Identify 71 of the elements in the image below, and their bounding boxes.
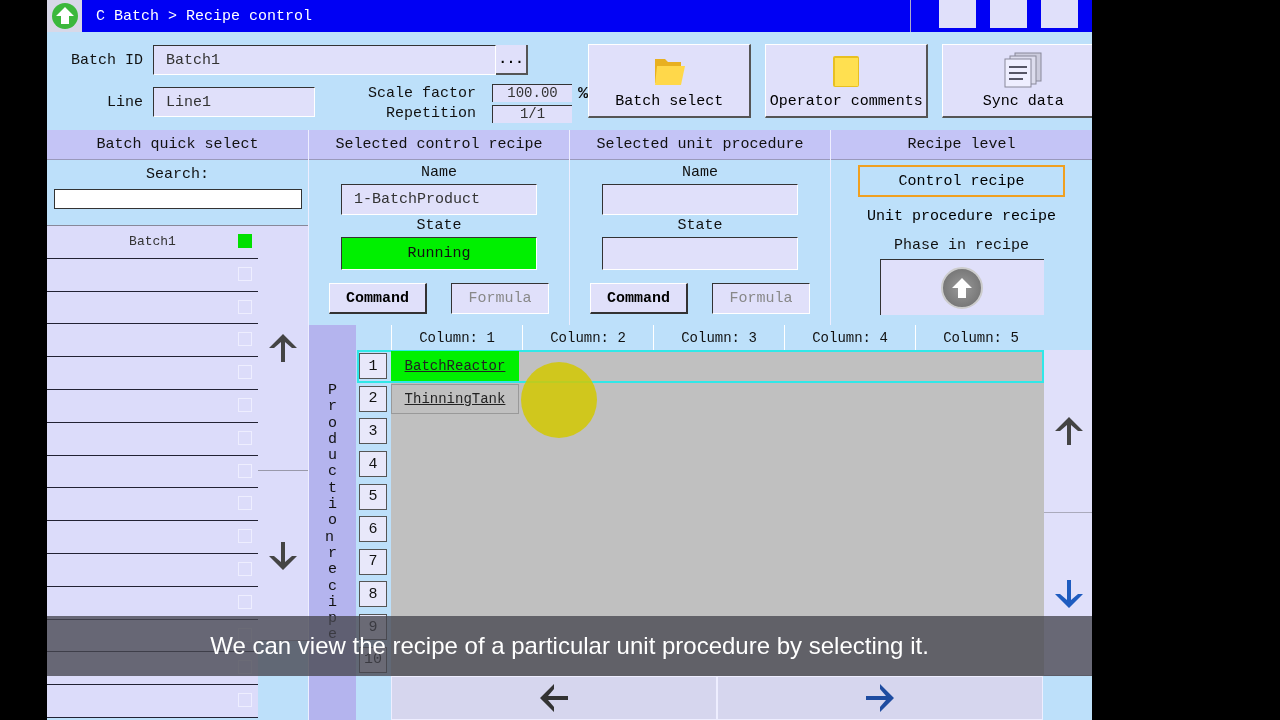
grid-row[interactable]: 4 — [357, 447, 393, 481]
row-number: 7 — [359, 548, 387, 575]
grid-row[interactable]: 7 — [357, 545, 393, 579]
section-header: Recipe level — [831, 130, 1092, 160]
unit-cell[interactable]: ThinningTank — [391, 383, 519, 414]
batch-list-item[interactable] — [47, 258, 258, 292]
state-field: Running — [341, 237, 537, 270]
grid-row[interactable]: 2 ThinningTank — [357, 382, 521, 416]
down-arrow-icon — [267, 539, 299, 572]
line-field[interactable]: Line1 — [153, 87, 315, 117]
name-field: 1-BatchProduct — [341, 184, 537, 215]
unit-cell[interactable]: BatchReactor — [391, 351, 519, 382]
batch-list-item[interactable] — [47, 553, 258, 587]
scroll-up-button[interactable] — [1044, 350, 1092, 513]
search-label: Search: — [146, 165, 209, 185]
action-button[interactable]: Operator comments — [765, 44, 929, 118]
command-button[interactable]: Command — [590, 283, 688, 314]
grid-row[interactable]: 5 — [357, 480, 393, 513]
percent-unit: % — [578, 83, 589, 103]
section-header: Selected unit procedure — [570, 130, 830, 160]
row-number: 1 — [359, 353, 387, 380]
batch-id-field[interactable]: Batch1 — [153, 45, 496, 75]
home-button[interactable] — [47, 0, 82, 32]
grid-row[interactable]: 8 — [357, 578, 393, 611]
row-number: 3 — [359, 418, 387, 445]
window-title: C Batch > Recipe control — [96, 7, 314, 25]
section-header: Selected control recipe — [309, 130, 569, 160]
repetition-field[interactable]: 1/1 — [492, 104, 573, 123]
browse-button[interactable]: ... — [496, 45, 528, 75]
row-number: 4 — [359, 451, 387, 478]
batch-list-item[interactable] — [47, 422, 258, 456]
batch-id-label: Batch ID — [71, 51, 144, 69]
column-header: Column: 1 — [391, 325, 522, 350]
grid-row[interactable]: 6 — [357, 512, 393, 546]
up-button[interactable] — [941, 266, 983, 309]
search-field[interactable] — [53, 189, 302, 209]
batch-list-item[interactable] — [47, 521, 258, 554]
batch-list-item[interactable] — [47, 291, 258, 325]
row-number: 6 — [359, 516, 387, 543]
batch-list-item[interactable] — [47, 390, 258, 423]
row-number: 8 — [359, 581, 387, 608]
left-arrow-icon — [538, 682, 570, 714]
column-header: Column: 4 — [784, 325, 915, 350]
column-header: Column: 2 — [522, 325, 653, 350]
section-header: Batch quick select — [47, 130, 308, 160]
scale-factor-field[interactable]: 100.00 — [492, 84, 573, 102]
batch-list-item[interactable] — [47, 357, 258, 390]
scale-factor-label: Scale factor — [368, 84, 478, 102]
row-number: 5 — [359, 483, 387, 510]
column-header: Column: 3 — [653, 325, 784, 350]
command-button[interactable]: Command — [329, 283, 427, 314]
batch-list-item[interactable] — [47, 324, 258, 358]
repetition-label: Repetition — [386, 105, 478, 122]
batch-list-item[interactable]: Batch1 — [47, 226, 258, 259]
state-label: State — [416, 216, 462, 236]
action-button[interactable]: Batch select — [588, 44, 752, 118]
recipe-level-option[interactable]: Unit procedure recipe — [858, 200, 1065, 232]
batch-list-item[interactable] — [47, 455, 258, 489]
action-button[interactable]: Sync data — [942, 44, 1092, 118]
batch-list-item[interactable] — [47, 488, 258, 522]
recipe-level-option[interactable]: Control recipe — [858, 165, 1065, 197]
up-arrow-icon — [267, 332, 299, 364]
row-number: 2 — [359, 385, 387, 412]
grid-row[interactable]: 3 — [357, 415, 393, 448]
state-label: State — [677, 216, 723, 236]
line-label: Line — [107, 93, 144, 111]
phase-label: Phase in recipe — [894, 236, 1029, 256]
right-arrow-icon — [864, 682, 896, 714]
name-label: Name — [421, 163, 457, 183]
batch-list-item[interactable] — [47, 685, 258, 718]
name-label: Name — [682, 163, 718, 183]
